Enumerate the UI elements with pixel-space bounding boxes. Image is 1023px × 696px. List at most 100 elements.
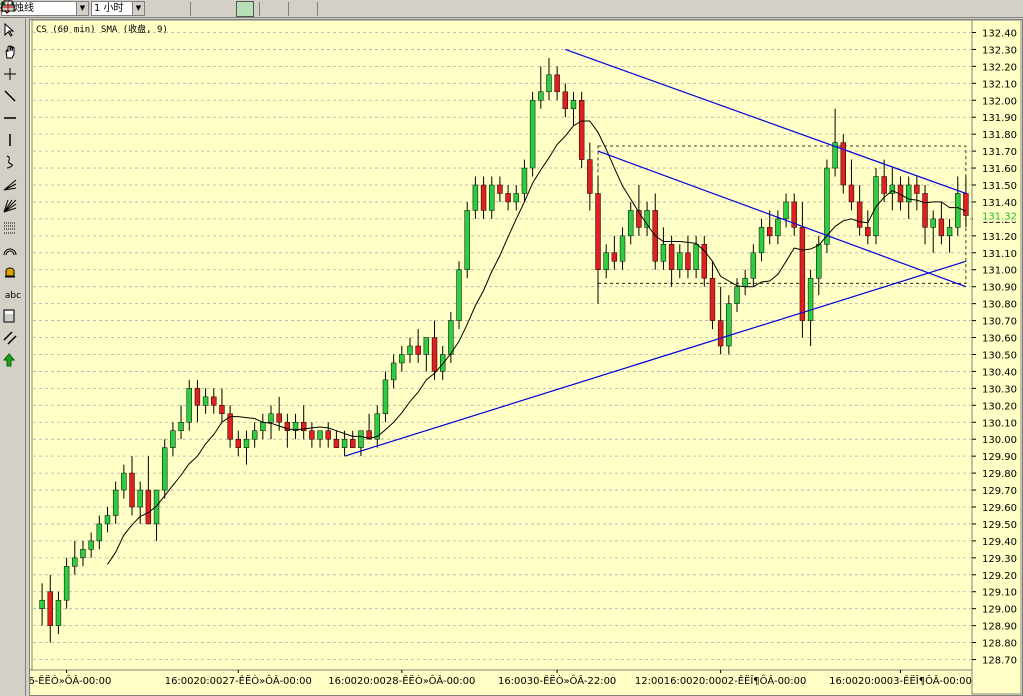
candle [88, 532, 94, 558]
fibonacci-icon[interactable] [3, 221, 23, 239]
candle-body [946, 227, 953, 237]
candle-body [546, 74, 552, 93]
fan-icon[interactable] [3, 177, 23, 195]
candlestick-chart[interactable]: 128.70 128.80 128.90 129.00 129.10 129.20 129.… [30, 20, 1022, 695]
candle-body [856, 201, 863, 228]
candle-body [595, 193, 601, 270]
pointer-icon[interactable] [3, 23, 23, 41]
chevron-down-icon[interactable]: ▼ [132, 2, 144, 15]
y-tick-label: 128.70 [982, 656, 1017, 667]
candle-body [129, 472, 135, 508]
candle [96, 515, 103, 550]
print-icon[interactable] [1, 0, 312, 17]
candle-body [382, 379, 389, 415]
candle-body [955, 193, 961, 228]
candle-body [186, 388, 192, 423]
candle [104, 507, 111, 533]
x-tick-label: 16:0020:0027-ÊËÒ»ÔÂ-00:00 [165, 674, 312, 687]
y-tick-label: 131.10 [982, 249, 1017, 260]
vertical-line-icon[interactable] [3, 133, 23, 151]
candle-body [178, 422, 184, 431]
candle [80, 540, 86, 567]
x-tick-label: 12:0016:0020:0002-ÊËÎ¶ÔÂ-00:00 [635, 674, 806, 687]
candle [603, 244, 609, 279]
horizontal-line-icon[interactable] [3, 111, 23, 129]
candle [832, 108, 838, 177]
x-tick-label: 26-ÊËÒ»ÔÂ-00:00 [30, 674, 111, 687]
candle-body [415, 345, 421, 355]
crosshair-icon[interactable] [2, 1, 341, 17]
candle [243, 430, 250, 465]
candle [390, 354, 397, 389]
candle [619, 227, 626, 270]
y-tick-label: 132.10 [982, 79, 1017, 90]
text-icon[interactable]: abc [3, 287, 23, 305]
candle-body [219, 405, 225, 415]
candle [219, 388, 225, 423]
candle [628, 201, 634, 245]
y-tick-label: 130.40 [982, 367, 1017, 378]
candle [350, 430, 356, 448]
toolbar-separator [190, 1, 191, 16]
candle-body [137, 489, 143, 508]
gann-fan-icon[interactable] [3, 199, 23, 217]
candle-body [350, 438, 356, 448]
trendline [565, 48, 967, 195]
period-select[interactable]: 1 小时 ▼ [91, 1, 145, 16]
candle [284, 413, 291, 448]
candle-body [358, 430, 364, 448]
candle [775, 210, 781, 245]
candle [677, 244, 683, 279]
candle-body [431, 337, 438, 372]
candle-body [587, 159, 593, 194]
candle [170, 422, 176, 457]
candle-body [407, 345, 413, 355]
candle [121, 464, 127, 499]
chevron-down-icon[interactable]: ▼ [76, 2, 88, 15]
candle-body [554, 74, 560, 93]
compare-icon[interactable] [1, 1, 185, 17]
candle-body [39, 599, 45, 609]
arrow-icon[interactable] [3, 353, 23, 371]
candle-body [529, 100, 536, 169]
trendline-icon[interactable] [3, 89, 23, 107]
y-tick-label: 131.50 [982, 181, 1017, 192]
draw-tools-icon[interactable] [1, 1, 234, 17]
candle-body [816, 244, 822, 279]
candle-body [734, 286, 740, 304]
crosshair-icon[interactable] [3, 67, 23, 85]
hand-icon[interactable] [3, 45, 23, 63]
candle [791, 193, 797, 236]
y-tick-label: 129.50 [982, 520, 1017, 531]
candle [922, 185, 928, 245]
candle [758, 218, 765, 262]
candle [644, 201, 650, 236]
candle-body [668, 244, 675, 270]
y-tick-label: 129.40 [982, 537, 1017, 548]
candle [538, 66, 544, 109]
candle [865, 210, 871, 245]
alarm-icon[interactable] [3, 265, 23, 283]
candle [325, 422, 331, 448]
candle-body [914, 184, 920, 194]
y-tick-label: 130.00 [982, 435, 1017, 446]
eraser-icon[interactable] [2, 1, 283, 17]
candle [292, 413, 299, 440]
grid-icon[interactable] [0, 0, 254, 17]
candle-body [456, 269, 462, 321]
chart-style-icon[interactable] [0, 1, 214, 17]
channel-icon[interactable] [3, 331, 23, 349]
chart-area[interactable]: 128.70 128.80 128.90 129.00 129.10 129.20 129.… [29, 19, 1023, 696]
candle-body [448, 320, 454, 355]
trendline [344, 260, 967, 457]
candle-body [783, 201, 789, 220]
indicator-icon[interactable] [1, 1, 165, 17]
candle [668, 235, 675, 287]
arc-icon[interactable] [3, 243, 23, 261]
candle-body [497, 184, 503, 194]
y-tick-label: 130.90 [982, 283, 1017, 294]
freehand-icon[interactable] [3, 155, 23, 173]
candle-body [162, 447, 168, 491]
candle-body [325, 430, 331, 440]
calculator-icon[interactable] [3, 309, 23, 327]
